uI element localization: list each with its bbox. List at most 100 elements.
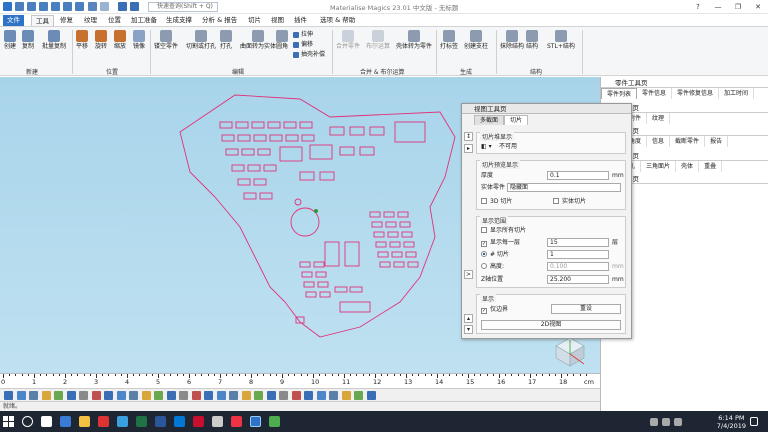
check-3d-slice[interactable]: 3D 切片	[481, 197, 512, 206]
tab-texture[interactable]: 纹理	[80, 15, 101, 26]
excel-icon[interactable]	[136, 416, 147, 427]
view-back-icon[interactable]	[66, 391, 76, 400]
scroll-down-icon[interactable]: ▾	[464, 325, 473, 334]
fit-icon[interactable]	[41, 391, 51, 400]
tab-shells[interactable]: 壳体	[676, 161, 700, 172]
tab-file[interactable]: 文件	[3, 15, 24, 26]
save-as-icon[interactable]	[51, 2, 60, 11]
create-button[interactable]: 创建	[4, 30, 16, 51]
create-strut-button[interactable]: 创建支柱	[464, 30, 488, 51]
shading-icon[interactable]	[141, 391, 151, 400]
clip-icon[interactable]	[341, 391, 351, 400]
tab-plugins[interactable]: 插件	[290, 15, 311, 26]
tab-position[interactable]: 位置	[104, 15, 125, 26]
show-every-input[interactable]: 15	[547, 238, 609, 247]
checkbox-contour[interactable]: ✓	[481, 308, 487, 314]
app-green-icon[interactable]	[269, 416, 280, 427]
erase-structure-button[interactable]: 抹除结构	[500, 30, 524, 51]
tab-part-fix-info[interactable]: 零件修复信息	[672, 88, 720, 99]
checkbox-show-every[interactable]: ✓	[481, 241, 487, 247]
tab-overlap[interactable]: 重叠	[699, 161, 723, 172]
pan-icon[interactable]	[16, 391, 26, 400]
app-record-icon[interactable]	[231, 416, 242, 427]
measure-icon[interactable]	[229, 391, 238, 400]
camera-icon[interactable]	[304, 391, 313, 400]
undo-icon[interactable]	[88, 2, 97, 11]
redo-icon[interactable]	[100, 2, 109, 11]
open-file-icon[interactable]	[27, 2, 36, 11]
tab-part-info[interactable]: 零件信息	[637, 88, 673, 99]
windows-start-icon[interactable]	[3, 416, 14, 427]
radio-height[interactable]: 高度:	[481, 262, 504, 271]
tab-texture-page[interactable]: 纹理	[647, 113, 671, 124]
app-blue-icon[interactable]	[117, 416, 128, 427]
z-position-input[interactable]: 25.200	[547, 275, 609, 284]
task-view-icon[interactable]	[41, 416, 52, 427]
lights-icon[interactable]	[179, 391, 188, 400]
slice-number-input[interactable]: 1	[547, 250, 609, 259]
color-icon[interactable]	[204, 391, 213, 400]
cut-punch-button[interactable]: 切割或打孔	[186, 30, 216, 51]
layer-icon[interactable]	[266, 391, 276, 400]
export-icon[interactable]	[75, 2, 84, 11]
triangles-icon[interactable]	[166, 391, 176, 400]
tab-report[interactable]: 报告	[705, 136, 729, 147]
side-arrow-up-icon[interactable]: ↕	[464, 132, 473, 141]
extrude-button[interactable]: 拉伸	[293, 31, 313, 39]
print-icon[interactable]	[63, 2, 72, 11]
checkbox-solid[interactable]	[553, 198, 559, 204]
screenshot-icon[interactable]	[130, 2, 139, 11]
network-icon[interactable]	[650, 418, 658, 426]
check-contour-only[interactable]: ✓ 仅边界	[481, 305, 508, 314]
copy-button[interactable]: 复制	[22, 30, 34, 51]
tab-analysis[interactable]: 分析 & 报告	[198, 15, 241, 26]
tab-multi-section[interactable]: 多截面	[474, 115, 505, 125]
explorer-icon[interactable]	[79, 416, 90, 427]
checkbox-3d[interactable]	[481, 198, 487, 204]
surface-to-solid-button[interactable]: 曲面转为实体	[240, 30, 276, 51]
fillet-button[interactable]: 圆角	[276, 30, 288, 51]
tab-view[interactable]: 视图	[267, 15, 288, 26]
check-solid-slice[interactable]: 实体切片	[553, 197, 586, 206]
view-right-icon[interactable]	[91, 391, 101, 400]
structure-button[interactable]: 结构	[526, 30, 538, 51]
quick-search-input[interactable]: 快速查询(Shift + Q)	[148, 2, 218, 12]
perspective-icon[interactable]	[191, 391, 201, 400]
tab-slice[interactable]: 切片	[244, 15, 265, 26]
volume-icon[interactable]	[662, 418, 670, 426]
support-icon[interactable]	[241, 391, 251, 400]
app-red-icon[interactable]	[98, 416, 109, 427]
view-left-icon[interactable]	[79, 391, 88, 400]
punch-button[interactable]: 打孔	[220, 30, 232, 51]
grid-icon[interactable]	[279, 391, 288, 400]
slice-view-icon[interactable]	[354, 391, 363, 400]
translate-button[interactable]: 平移	[76, 30, 88, 51]
height-input[interactable]: 0.100	[547, 262, 609, 271]
close-button[interactable]: ✕	[748, 0, 768, 14]
checkbox-show-all[interactable]	[481, 227, 487, 233]
radio-height-button[interactable]	[481, 263, 487, 269]
check-show-every[interactable]: ✓ 显示每一层	[481, 238, 520, 247]
slice-stack-icon[interactable]: ◧ ▾	[481, 142, 492, 151]
solid-parts-select[interactable]: 隐藏面	[507, 183, 621, 192]
save-icon[interactable]	[39, 2, 48, 11]
offset-button[interactable]: 偏移	[293, 41, 313, 49]
edge-icon[interactable]	[60, 416, 71, 427]
hollow-part-button[interactable]: 镂空零件	[154, 30, 178, 51]
scroll-up-icon[interactable]: ▴	[464, 314, 473, 323]
tab-options-help[interactable]: 选项 & 帮助	[316, 15, 359, 26]
tab-build-prep[interactable]: 加工准备	[127, 15, 161, 26]
notification-icon[interactable]	[750, 417, 758, 426]
batch-copy-button[interactable]: 批量复制	[42, 30, 66, 51]
section-icon[interactable]	[216, 391, 226, 400]
refresh-icon[interactable]	[118, 2, 127, 11]
merge-parts-button[interactable]: 合并零件	[336, 30, 360, 51]
plate-icon[interactable]	[291, 391, 301, 400]
check-show-all[interactable]: 显示所有切片	[481, 226, 526, 235]
scale-button[interactable]: 缩放	[114, 30, 126, 51]
clock[interactable]: 6:14 PM 7/4/2019	[717, 414, 746, 430]
thickness-input[interactable]: 0.1	[547, 171, 609, 180]
stl-structure-button[interactable]: STL+结构	[547, 30, 575, 51]
pdf-icon[interactable]	[193, 416, 204, 427]
view-top-icon[interactable]	[104, 391, 113, 400]
